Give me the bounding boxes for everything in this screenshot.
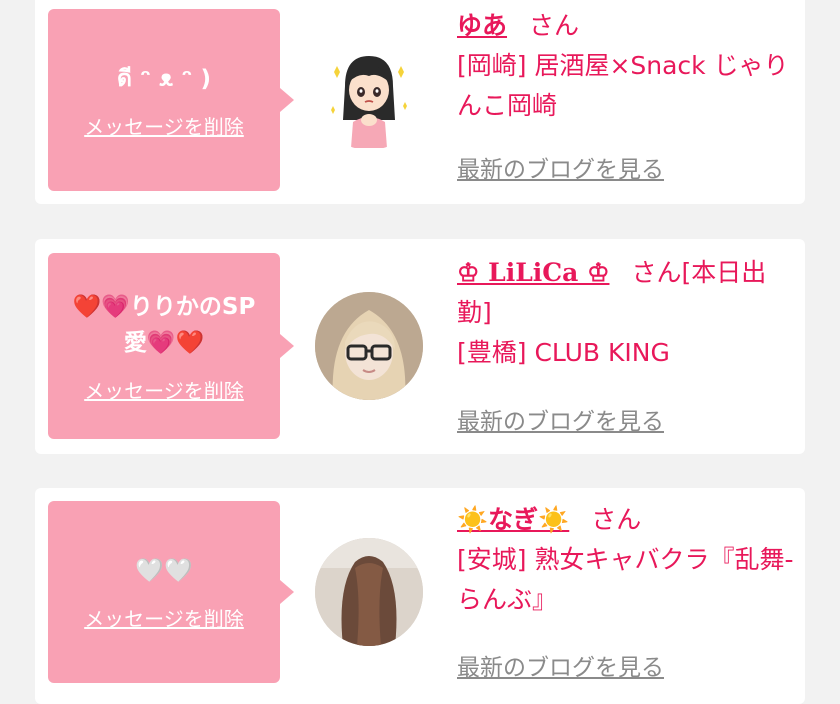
avatar[interactable] [315, 538, 423, 646]
cast-name-link[interactable]: ♔ LiLiCa ♔ [457, 258, 609, 287]
cast-info: ♔ LiLiCa ♔ さん[本日出勤] [豊橋] CLUB KING [457, 253, 797, 373]
favorite-card: 🤍🤍 メッセージを削除 ☀️なぎ☀️ さん [安城] 熟女キャバクラ『乱舞-らんぶ… [35, 488, 805, 704]
delete-message-link[interactable]: メッセージを削除 [84, 375, 244, 404]
cast-name-link[interactable]: ゆあ [457, 11, 507, 40]
delete-message-link[interactable]: メッセージを削除 [84, 111, 244, 140]
message-bubble: ดี ᵔ ᴥ ᵔ ) メッセージを削除 [48, 9, 294, 191]
girl-illustration-icon [331, 56, 407, 148]
message-text: 🤍🤍 [135, 557, 193, 584]
message-bubble: 🤍🤍 メッセージを削除 [48, 501, 294, 683]
cast-info: ゆあ さん [岡崎] 居酒屋×Snack じゃりんこ岡崎 [457, 6, 797, 126]
shop-name: [豊橋] CLUB KING [457, 338, 670, 367]
cast-info: ☀️なぎ☀️ さん [安城] 熟女キャバクラ『乱舞-らんぶ』 [457, 500, 797, 620]
avatar[interactable] [315, 292, 423, 400]
shop-name: [安城] 熟女キャバクラ『乱舞-らんぶ』 [457, 545, 794, 614]
latest-blog-link[interactable]: 最新のブログを見る [457, 648, 664, 682]
latest-blog-link[interactable]: 最新のブログを見る [457, 150, 664, 184]
favorite-card: ❤️💗りりかのSP愛💗❤️ メッセージを削除 ♔ LiLiCa ♔ さん[本日出勤… [35, 239, 805, 454]
honorific: さん [529, 11, 580, 40]
delete-message-link[interactable]: メッセージを削除 [84, 603, 244, 632]
latest-blog-link[interactable]: 最新のブログを見る [457, 402, 664, 436]
message-text: ดี ᵔ ᴥ ᵔ ) [116, 65, 212, 92]
name-line: ♔ LiLiCa ♔ さん[本日出勤] [457, 253, 797, 333]
cast-photo-icon [315, 538, 423, 646]
name-line: ゆあ さん [457, 6, 797, 46]
favorite-card: ดี ᵔ ᴥ ᵔ ) メッセージを削除 ゆあ さん [岡崎] 居酒屋×Snack … [35, 0, 805, 204]
cast-photo-icon [315, 292, 423, 400]
shop-name: [岡崎] 居酒屋×Snack じゃりんこ岡崎 [457, 51, 789, 120]
honorific: さん [591, 505, 642, 534]
message-bubble: ❤️💗りりかのSP愛💗❤️ メッセージを削除 [48, 253, 294, 439]
avatar[interactable] [315, 42, 423, 150]
name-line: ☀️なぎ☀️ さん [457, 500, 797, 540]
cast-name-link[interactable]: ☀️なぎ☀️ [457, 505, 569, 534]
message-text: ❤️💗りりかのSP愛💗❤️ [72, 293, 256, 356]
